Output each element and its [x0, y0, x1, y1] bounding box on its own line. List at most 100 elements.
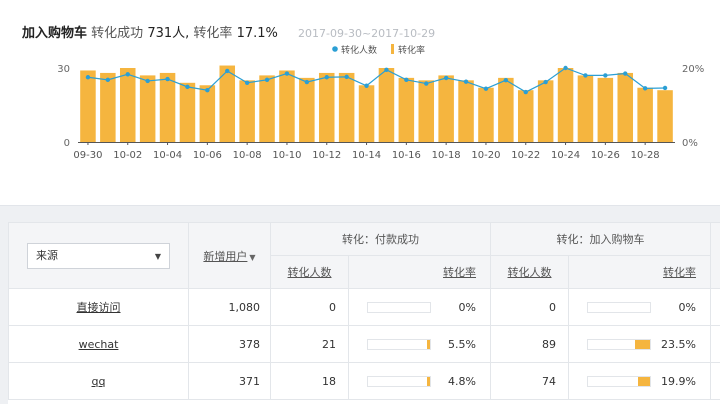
bar	[418, 80, 435, 142]
bar	[577, 75, 594, 142]
rate-point	[424, 81, 429, 86]
bar	[139, 75, 156, 142]
cart-rate-cell: 23.5%	[568, 325, 711, 363]
table-body: 直接访问 1,080 0 0% 0 0% wechat 378 21 5.5% 89 23.5% qq 3…	[8, 288, 720, 400]
y-right-tick-label: 20%	[682, 64, 704, 75]
cart-rate-bar	[587, 376, 651, 387]
table-row: 直接访问 1,080 0 0% 0 0%	[8, 288, 720, 326]
rate-point	[344, 74, 349, 80]
new-users-header-label: 新增用户	[203, 249, 248, 263]
rate-point	[523, 89, 528, 95]
rate-point	[623, 71, 628, 76]
bar	[378, 68, 395, 142]
bar	[498, 77, 514, 142]
bar	[80, 70, 96, 142]
rate-point	[85, 75, 91, 80]
bar	[438, 75, 454, 142]
sort-desc-icon[interactable]: ▼	[249, 253, 255, 262]
x-tick-label: 09-30	[73, 150, 102, 161]
table-row: qq 371 18 4.8% 74 19.9%	[8, 362, 720, 400]
x-tick-label: 10-24	[551, 150, 580, 161]
cart-rate-value: 19.9%	[661, 375, 696, 388]
rate-point	[105, 77, 111, 83]
new-users-cell: 1,080	[188, 288, 271, 326]
payment-rate-bar	[367, 339, 431, 350]
x-tick-label: 10-16	[392, 150, 421, 161]
source-dropdown-value: 来源	[36, 248, 58, 262]
payment-count-header[interactable]: 转化人数	[270, 255, 349, 289]
group-header-payment: 转化：付款成功	[270, 222, 491, 256]
source-link[interactable]: qq	[92, 375, 106, 388]
cart-rate-value: 23.5%	[661, 338, 696, 351]
new-users-header[interactable]: 新增用户 ▼	[188, 222, 271, 289]
rate-point	[543, 79, 548, 85]
payment-count-cell: 18	[270, 362, 349, 400]
source-link[interactable]: 直接访问	[77, 301, 121, 314]
bar	[239, 80, 255, 142]
extra-cell	[710, 325, 720, 363]
cart-rate-bar-fill	[635, 340, 650, 349]
payment-count-header-label: 转化人数	[287, 266, 332, 279]
cart-count-cell: 74	[490, 362, 569, 400]
source-link[interactable]: wechat	[79, 338, 119, 351]
source-header-cell: 来源 ▼	[8, 222, 189, 289]
rate-point	[404, 77, 409, 83]
y-left-tick-label: 30	[57, 64, 70, 75]
payment-count-cell: 21	[270, 325, 349, 363]
extra-column-header	[710, 222, 720, 289]
cart-rate-bar-fill	[637, 377, 650, 386]
bar	[279, 70, 295, 142]
rate-point	[304, 79, 310, 85]
cart-count-cell: 0	[490, 288, 569, 326]
trend-panel: 加入购物车 转化成功 731人, 转化率 17.1% 2017-09-30~20…	[0, 0, 720, 206]
payment-rate-cell: 0%	[348, 288, 491, 326]
rate-point	[384, 67, 389, 73]
payment-rate-bar	[367, 302, 431, 313]
payment-count-cell: 0	[270, 288, 349, 326]
source-cell: wechat	[8, 325, 189, 363]
x-tick-label: 10-06	[193, 150, 222, 161]
legend-label: 转化人数	[341, 44, 377, 56]
bar	[597, 77, 614, 142]
rate-point	[165, 76, 170, 82]
x-tick-label: 10-28	[631, 150, 660, 161]
payment-rate-value: 5.5%	[448, 338, 476, 351]
bar	[100, 72, 116, 142]
cart-rate-bar	[587, 339, 651, 350]
rate-point	[205, 88, 210, 93]
rate-point	[185, 84, 190, 90]
dropdown-caret-icon: ▼	[154, 251, 161, 261]
extra-cell	[710, 288, 720, 326]
source-table-container: 来源 ▼ 新增用户 ▼ 转化：付款成功 转化：加入购物车 转化人数 转化率 转化人…	[8, 222, 720, 404]
cart-rate-bar	[587, 302, 651, 313]
cart-rate-cell: 0%	[568, 288, 711, 326]
rate-point	[603, 73, 608, 78]
payment-rate-header-label: 转化率	[443, 266, 476, 279]
x-tick-label: 10-04	[153, 150, 182, 161]
rate-point	[264, 77, 270, 83]
payment-rate-cell: 4.8%	[348, 362, 491, 400]
payment-rate-bar-fill	[427, 377, 430, 386]
x-tick-label: 10-10	[272, 150, 301, 161]
bar	[637, 87, 653, 142]
legend-line-marker	[332, 46, 338, 52]
cart-count-header-label: 转化人数	[507, 266, 552, 279]
rate-point	[225, 68, 230, 74]
bar	[557, 68, 574, 142]
cart-rate-header-label: 转化率	[663, 266, 696, 279]
y-right-tick-label: 0%	[682, 138, 698, 149]
bar	[537, 80, 554, 142]
rate-point	[563, 65, 568, 71]
new-users-cell: 378	[188, 325, 271, 363]
legend-label: 转化率	[398, 44, 425, 56]
bar	[318, 72, 335, 142]
cart-rate-header[interactable]: 转化率	[568, 255, 711, 289]
bar	[119, 68, 136, 142]
payment-rate-header[interactable]: 转化率	[348, 255, 491, 289]
x-tick-label: 10-14	[352, 150, 381, 161]
bar	[478, 87, 494, 142]
bar	[338, 72, 355, 142]
source-dropdown[interactable]: 来源 ▼	[27, 242, 170, 269]
cart-count-header[interactable]: 转化人数	[490, 255, 569, 289]
rate-point	[324, 75, 329, 80]
